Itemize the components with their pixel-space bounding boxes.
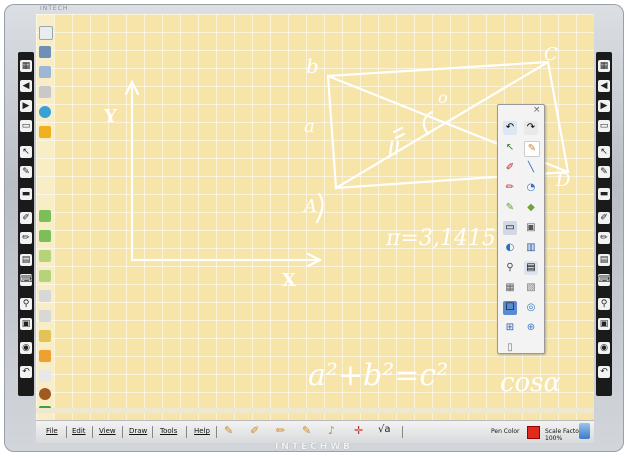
- brush-icon[interactable]: ✐: [20, 212, 32, 224]
- cos-formula: cosα: [500, 368, 562, 398]
- select-icon[interactable]: ↖: [20, 146, 32, 158]
- tick-marks-2: [388, 140, 400, 156]
- menu-separator: [216, 426, 217, 438]
- eraser-icon[interactable]: ▬: [598, 188, 610, 200]
- frame-top-title: INTECH: [40, 5, 69, 12]
- pen-icon[interactable]: ✎: [598, 166, 610, 178]
- screen-icon[interactable]: ▭: [598, 120, 610, 132]
- fill-icon[interactable]: ◆: [524, 201, 538, 215]
- vertex-c-label: C: [544, 44, 558, 65]
- camera-icon[interactable]: ◉: [20, 342, 32, 354]
- marker-icon[interactable]: ✏: [20, 232, 32, 244]
- brush-tool-icon[interactable]: ♪: [328, 424, 335, 437]
- pencil-tool-icon[interactable]: ✎: [224, 424, 233, 437]
- marker-tool-icon[interactable]: ✏: [276, 424, 285, 437]
- forward-icon[interactable]: ▶: [598, 100, 610, 112]
- menu-file[interactable]: File: [46, 427, 58, 435]
- menu-separator: [402, 426, 403, 438]
- y-axis-label: Y: [104, 106, 117, 127]
- menu-view[interactable]: View: [99, 427, 116, 435]
- screen-icon[interactable]: ▭: [20, 120, 32, 132]
- pen-color-swatch[interactable]: [527, 426, 540, 439]
- text-icon[interactable]: ◔: [524, 181, 538, 195]
- bottom-toolbar: File Edit View Draw Tools Help ✎ ✐ ✏ ✎ ♪…: [36, 420, 594, 443]
- board-icon[interactable]: ▦: [598, 60, 610, 72]
- pythagoras-formula: a²+b²=c²: [308, 358, 449, 393]
- pen-color-label: Pen Color: [491, 428, 520, 435]
- vertex-d-label: D: [556, 170, 571, 191]
- menu-draw[interactable]: Draw: [129, 427, 147, 435]
- menu-separator: [186, 426, 187, 438]
- side-o-label: o: [438, 88, 448, 107]
- highlighter-icon[interactable]: ✏: [503, 181, 517, 195]
- monitor-icon[interactable]: ▣: [598, 318, 610, 330]
- vertex-a-label: A: [304, 196, 317, 217]
- undo-icon[interactable]: ↶: [20, 366, 32, 378]
- shape-icon[interactable]: ▦: [503, 281, 517, 295]
- menu-tools[interactable]: Tools: [160, 427, 177, 435]
- highlighter-tool-icon[interactable]: ✐: [250, 424, 259, 437]
- forward-icon[interactable]: ▶: [20, 100, 32, 112]
- camera-icon[interactable]: ▣: [524, 221, 538, 235]
- horizontal-scrollbar[interactable]: [36, 408, 594, 413]
- marker-icon[interactable]: ✎: [503, 201, 517, 215]
- keyboard-icon[interactable]: ▤: [524, 261, 538, 275]
- dropper-icon[interactable]: ⚲: [598, 298, 610, 310]
- pen-icon[interactable]: ✎: [524, 141, 540, 157]
- tick-marks-1: [392, 126, 406, 140]
- floating-tool-palette: × ↶ ↷ ↖ ✎ ✐ ╲ ✏ ◔ ✎ ◆ ▭ ▣ ◐ ▥ ⚲ ▤ ▦ ▧ ☐ …: [497, 104, 545, 354]
- undo-icon[interactable]: ↶: [503, 121, 517, 135]
- pen-icon[interactable]: ✎: [20, 166, 32, 178]
- record-icon[interactable]: ▧: [524, 281, 538, 295]
- line-icon[interactable]: ╲: [524, 161, 538, 175]
- menu-separator: [122, 426, 123, 438]
- eraser-icon[interactable]: ▬: [20, 188, 32, 200]
- vertex-b-label: b: [306, 54, 319, 78]
- eraser-icon[interactable]: ✐: [503, 161, 517, 175]
- screen-icon[interactable]: ▥: [524, 241, 538, 255]
- axes-tool-icon[interactable]: ✛: [354, 424, 363, 437]
- brush-icon[interactable]: ✐: [598, 212, 610, 224]
- x-axis-label: X: [282, 270, 296, 291]
- camera-icon[interactable]: ◉: [598, 342, 610, 354]
- spotlight-icon[interactable]: ◐: [503, 241, 517, 255]
- mouse-icon[interactable]: ▯: [503, 341, 517, 355]
- redo-icon[interactable]: ↷: [524, 121, 538, 135]
- board-icon[interactable]: ▦: [20, 60, 32, 72]
- sqrt-tool-icon[interactable]: √a: [378, 424, 391, 435]
- print-icon[interactable]: ▤: [20, 254, 32, 266]
- zoom-icon[interactable]: ◎: [524, 301, 538, 315]
- settings-icon[interactable]: ☐: [503, 301, 517, 315]
- left-hardware-sidebar: ▦ ◀ ▶ ▭ ↖ ✎ ▬ ✐ ✏ ▤ ⌨ ⚲ ▣ ◉ ↶: [18, 52, 34, 396]
- close-icon[interactable]: ×: [533, 105, 541, 115]
- keyboard-icon[interactable]: ⌨: [20, 274, 33, 286]
- undo-icon[interactable]: ↶: [598, 366, 610, 378]
- pi-formula: π=3,1415: [386, 226, 496, 251]
- keyboard-icon[interactable]: ⌨: [598, 274, 611, 286]
- clock-icon[interactable]: ⊞: [503, 321, 517, 335]
- recycle-icon[interactable]: ⊕: [524, 321, 538, 335]
- select-icon[interactable]: ↖: [598, 146, 610, 158]
- select-icon[interactable]: ↖: [503, 141, 517, 155]
- pen-tool-icon[interactable]: ✎: [302, 424, 311, 437]
- dropper-icon[interactable]: ⚲: [503, 261, 517, 275]
- trash-icon[interactable]: [579, 423, 590, 439]
- print-icon[interactable]: ▤: [598, 254, 610, 266]
- laser-icon[interactable]: ▭: [503, 221, 517, 235]
- back-icon[interactable]: ◀: [20, 80, 32, 92]
- menu-edit[interactable]: Edit: [72, 427, 86, 435]
- menu-separator: [92, 426, 93, 438]
- dropper-icon[interactable]: ⚲: [20, 298, 32, 310]
- vertex-a-stroke: [315, 192, 324, 224]
- menu-separator: [66, 426, 67, 438]
- monitor-icon[interactable]: ▣: [20, 318, 32, 330]
- right-hardware-sidebar: ▦ ◀ ▶ ▭ ↖ ✎ ▬ ✐ ✏ ▤ ⌨ ⚲ ▣ ◉ ↶: [596, 52, 612, 396]
- brand-logo: INTECHWB: [274, 442, 354, 452]
- back-icon[interactable]: ◀: [598, 80, 610, 92]
- menu-separator: [152, 426, 153, 438]
- menu-help[interactable]: Help: [194, 427, 210, 435]
- marker-icon[interactable]: ✏: [598, 232, 610, 244]
- side-a-label: a: [304, 116, 315, 137]
